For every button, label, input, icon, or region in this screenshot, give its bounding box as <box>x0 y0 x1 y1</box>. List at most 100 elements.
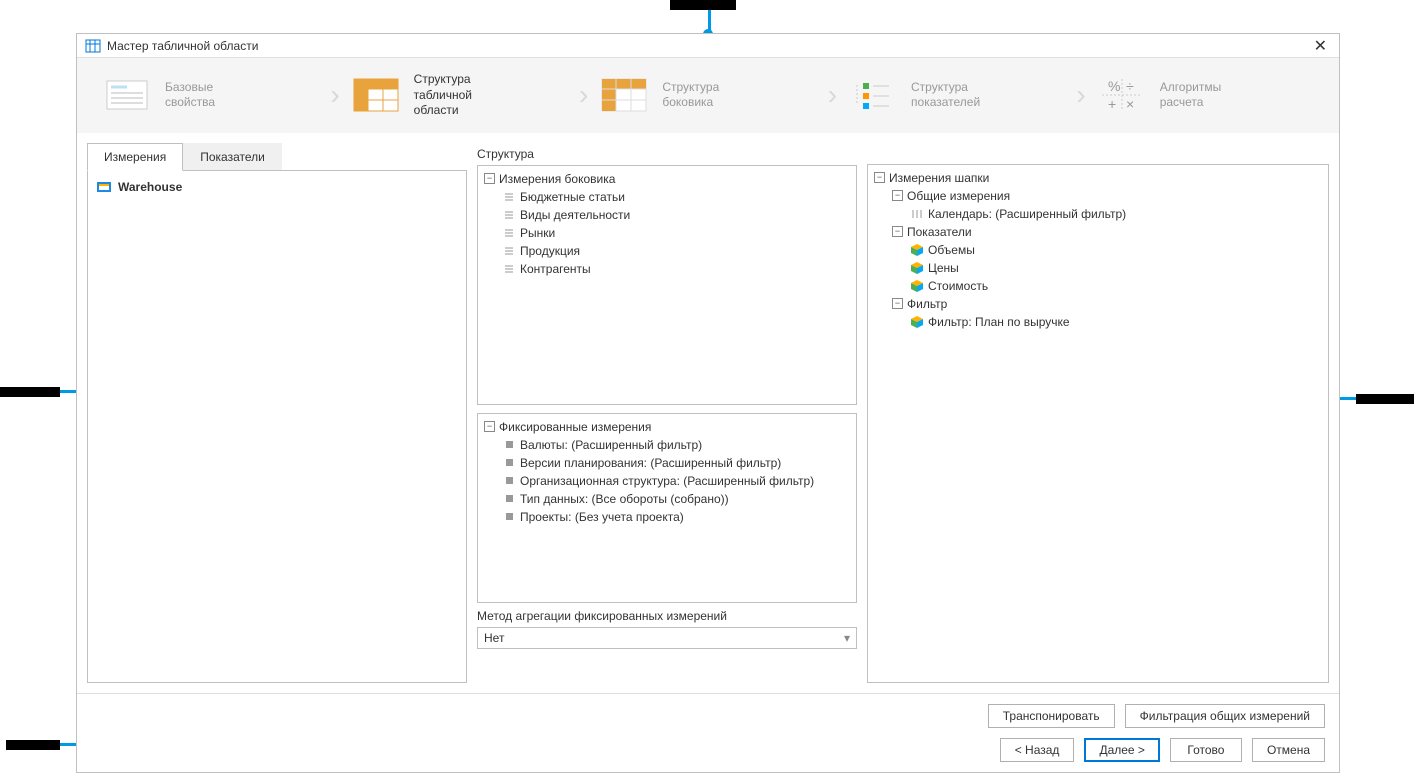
step-algorithms-icon: %÷+× <box>1098 75 1146 115</box>
collapse-icon[interactable]: − <box>892 226 903 237</box>
fixed-dims-group-label: Фиксированные измерения <box>499 420 651 434</box>
side-dim-label: Продукция <box>520 244 580 258</box>
square-icon <box>502 474 516 488</box>
middle-column: Структура − Измерения боковика Бюджетные… <box>477 143 857 683</box>
side-dim-item[interactable]: Бюджетные статьи <box>484 188 850 206</box>
aggregation-select[interactable]: Нет ▾ <box>477 627 857 649</box>
side-dim-label: Виды деятельности <box>520 208 630 222</box>
step-indicators-structure[interactable]: Структурапоказателей <box>849 75 1064 115</box>
collapse-icon[interactable]: − <box>892 298 903 309</box>
fixed-dim-label: Тип данных: (Все обороты (собрано)) <box>520 492 729 506</box>
transpose-button[interactable]: Транспонировать <box>988 704 1115 728</box>
collapse-icon[interactable]: − <box>874 172 885 183</box>
side-dim-item[interactable]: Виды деятельности <box>484 206 850 224</box>
side-dim-item[interactable]: Продукция <box>484 242 850 260</box>
titlebar: Мастер табличной области ✕ <box>77 34 1339 58</box>
step-table-label: Структуратабличнойобласти <box>414 72 472 119</box>
step-basic-icon <box>103 75 151 115</box>
warehouse-label: Warehouse <box>118 180 182 194</box>
filter-item[interactable]: Фильтр: План по выручке <box>874 313 1322 331</box>
cube-icon <box>910 261 924 275</box>
square-icon <box>502 456 516 470</box>
cancel-button[interactable]: Отмена <box>1252 738 1325 762</box>
indicator-item[interactable]: Цены <box>874 259 1322 277</box>
list-icon <box>502 244 516 258</box>
common-dims-group-label: Общие измерения <box>907 189 1010 203</box>
right-column: − Измерения шапки − Общие измерения Кале… <box>867 143 1329 683</box>
square-icon <box>502 510 516 524</box>
step-indicators-icon <box>849 75 897 115</box>
step-chevron-icon: › <box>330 79 339 111</box>
dialog-footer: Транспонировать Фильтрация общих измерен… <box>77 693 1339 772</box>
annotation-bottom <box>6 740 60 750</box>
warehouse-icon <box>96 179 112 196</box>
fixed-dim-item[interactable]: Тип данных: (Все обороты (собрано)) <box>484 490 850 508</box>
indicator-label: Стоимость <box>928 279 988 293</box>
step-side-structure[interactable]: Структурабоковика <box>600 75 815 115</box>
common-dims-group[interactable]: − Общие измерения <box>874 187 1322 205</box>
annotation-left <box>0 387 60 397</box>
side-dim-item[interactable]: Контрагенты <box>484 260 850 278</box>
close-button[interactable]: ✕ <box>1310 36 1331 56</box>
step-basic-properties[interactable]: Базовыесвойства <box>103 75 318 115</box>
step-side-icon <box>600 75 648 115</box>
list-icon <box>502 190 516 204</box>
step-algorithms-label: Алгоритмырасчета <box>1160 80 1222 111</box>
wizard-dialog: Мастер табличной области ✕ Базовыесвойст… <box>76 33 1340 773</box>
side-dim-item[interactable]: Рынки <box>484 224 850 242</box>
fixed-dim-item[interactable]: Версии планирования: (Расширенный фильтр… <box>484 454 850 472</box>
header-dims-group-label: Измерения шапки <box>889 171 989 185</box>
side-dims-panel: − Измерения боковика Бюджетные статьи Вид… <box>477 165 857 405</box>
annotation-right <box>1356 394 1414 404</box>
list-icon <box>502 262 516 276</box>
step-table-icon <box>352 75 400 115</box>
indicators-group[interactable]: − Показатели <box>874 223 1322 241</box>
tab-indicators[interactable]: Показатели <box>183 143 282 171</box>
step-chevron-icon: › <box>1076 79 1085 111</box>
side-dim-label: Рынки <box>520 226 555 240</box>
indicator-item[interactable]: Стоимость <box>874 277 1322 295</box>
fixed-dim-label: Организационная структура: (Расширенный … <box>520 474 814 488</box>
indicator-item[interactable]: Объемы <box>874 241 1322 259</box>
filter-item-label: Фильтр: План по выручке <box>928 315 1070 329</box>
dropdown-icon: ▾ <box>844 631 850 645</box>
side-dims-group[interactable]: − Измерения боковика <box>484 170 850 188</box>
step-chevron-icon: › <box>828 79 837 111</box>
svg-text:÷: ÷ <box>1126 78 1134 94</box>
collapse-icon[interactable]: − <box>484 173 495 184</box>
collapse-icon[interactable]: − <box>892 190 903 201</box>
left-tabs: Измерения Показатели <box>87 143 467 171</box>
side-dims-group-label: Измерения боковика <box>499 172 615 186</box>
step-algorithms[interactable]: %÷+× Алгоритмырасчета <box>1098 75 1313 115</box>
footer-actions-row: Транспонировать Фильтрация общих измерен… <box>91 704 1325 728</box>
square-icon <box>502 492 516 506</box>
filter-group[interactable]: − Фильтр <box>874 295 1322 313</box>
step-side-label: Структурабоковика <box>662 80 719 111</box>
fixed-dims-group[interactable]: − Фиксированные измерения <box>484 418 850 436</box>
calendar-item[interactable]: Календарь: (Расширенный фильтр) <box>874 205 1322 223</box>
calendar-icon <box>910 207 924 221</box>
list-icon <box>502 226 516 240</box>
step-table-structure[interactable]: Структуратабличнойобласти <box>352 72 567 119</box>
tab-measurements[interactable]: Измерения <box>87 143 183 171</box>
fixed-dim-label: Валюты: (Расширенный фильтр) <box>520 438 702 452</box>
back-button[interactable]: < Назад <box>1000 738 1075 762</box>
step-indicators-label: Структурапоказателей <box>911 80 980 111</box>
fixed-dim-label: Проекты: (Без учета проекта) <box>520 510 684 524</box>
filter-common-button[interactable]: Фильтрация общих измерений <box>1125 704 1325 728</box>
fixed-dim-item[interactable]: Валюты: (Расширенный фильтр) <box>484 436 850 454</box>
next-button[interactable]: Далее > <box>1084 738 1160 762</box>
left-column: Измерения Показатели Warehouse <box>87 143 467 683</box>
collapse-icon[interactable]: − <box>484 421 495 432</box>
warehouse-item[interactable]: Warehouse <box>96 177 458 198</box>
fixed-dim-item[interactable]: Проекты: (Без учета проекта) <box>484 508 850 526</box>
step-basic-label: Базовыесвойства <box>165 80 215 111</box>
filter-group-label: Фильтр <box>907 297 947 311</box>
side-dim-label: Бюджетные статьи <box>520 190 625 204</box>
footer-nav-row: < Назад Далее > Готово Отмена <box>91 738 1325 762</box>
finish-button[interactable]: Готово <box>1170 738 1242 762</box>
header-dims-group[interactable]: − Измерения шапки <box>874 169 1322 187</box>
svg-text:+: + <box>1108 96 1116 112</box>
fixed-dim-item[interactable]: Организационная структура: (Расширенный … <box>484 472 850 490</box>
fixed-dims-panel: − Фиксированные измерения Валюты: (Расши… <box>477 413 857 603</box>
